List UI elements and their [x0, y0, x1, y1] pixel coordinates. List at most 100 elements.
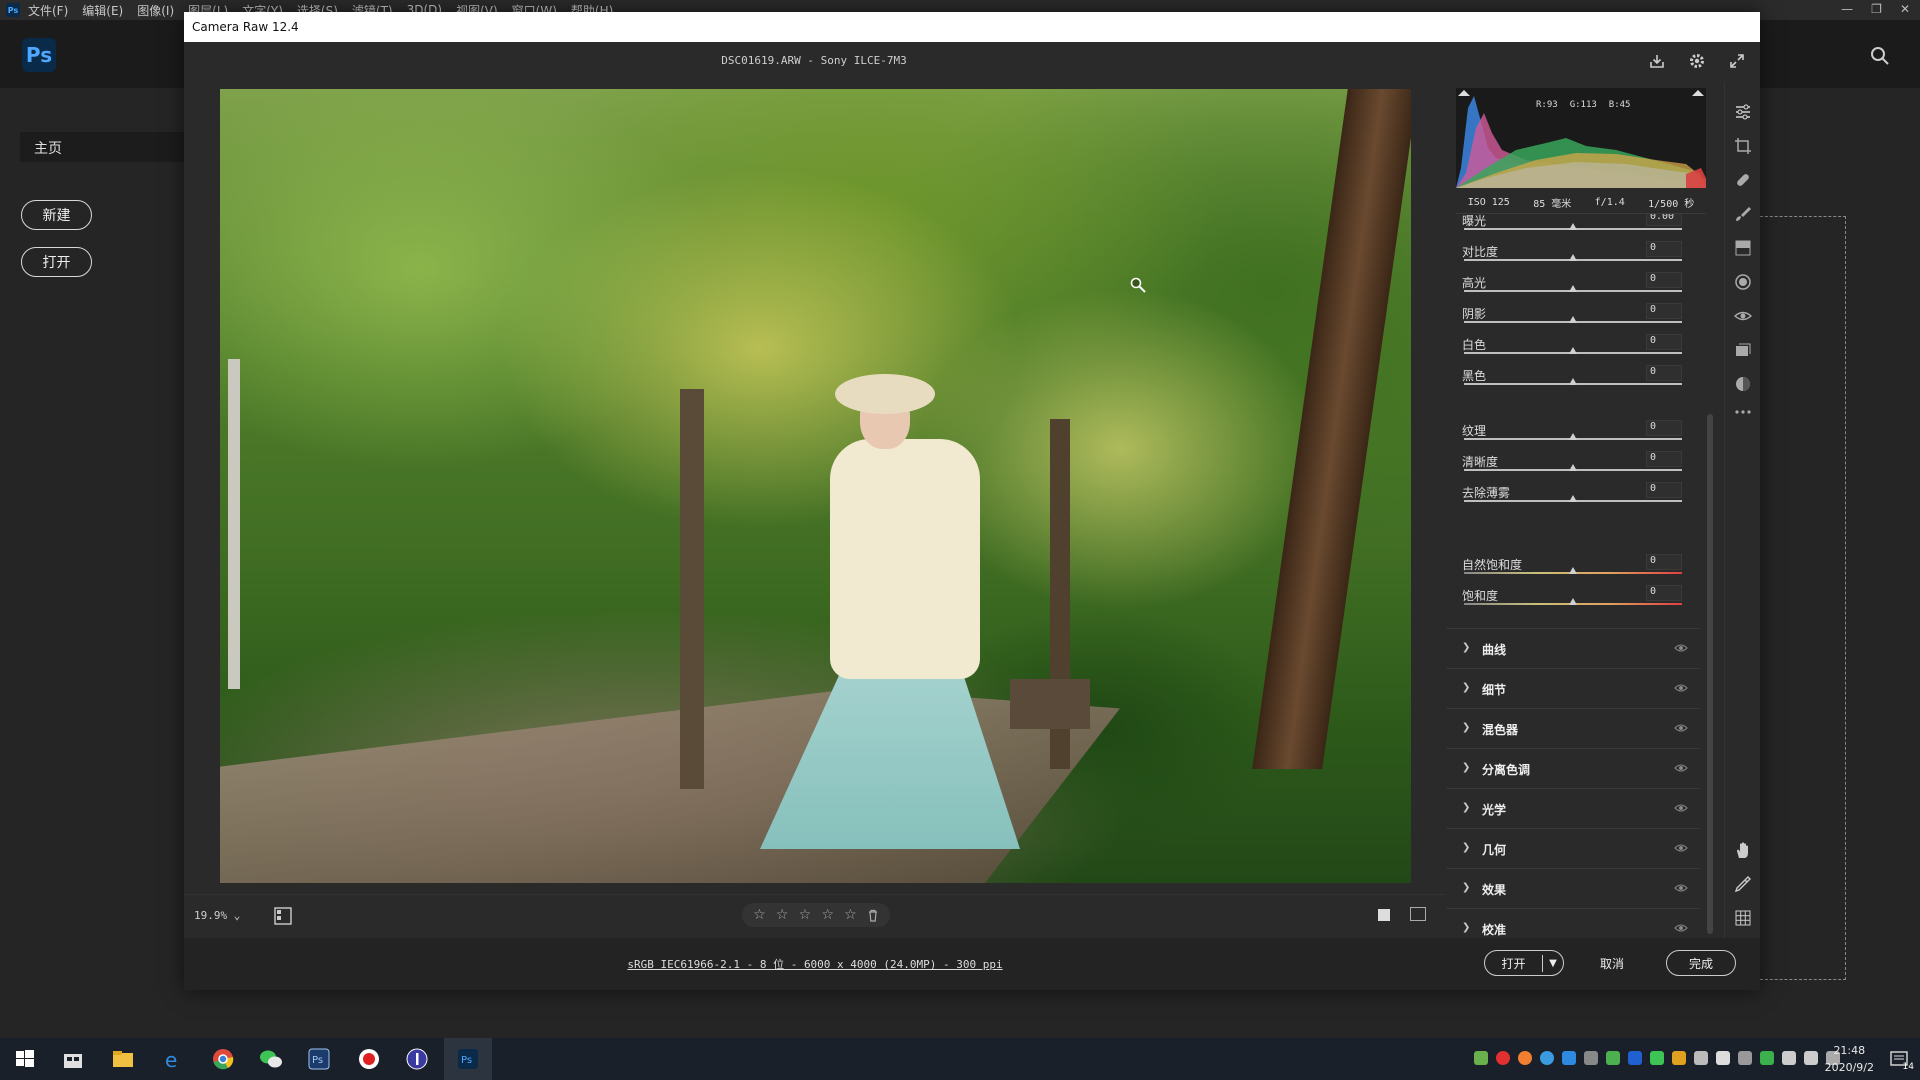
tray-qq-icon[interactable]: [1672, 1051, 1686, 1065]
panel-scrollbar[interactable]: [1706, 224, 1714, 938]
slider-highlights[interactable]: 高光 0: [1446, 272, 1700, 304]
wechat-icon[interactable]: [258, 1046, 284, 1072]
tray-nvidia-icon[interactable]: [1474, 1051, 1488, 1065]
eye-icon[interactable]: [1674, 721, 1688, 735]
section-effects[interactable]: ❯ 效果: [1446, 868, 1700, 908]
radial-filter-icon[interactable]: [1733, 272, 1753, 292]
tray-usb-icon[interactable]: [1738, 1051, 1752, 1065]
slider-thumb[interactable]: [1569, 567, 1577, 574]
open-image-label[interactable]: 打开: [1485, 954, 1543, 972]
windows-start-icon[interactable]: [12, 1046, 38, 1072]
tray-d-icon[interactable]: [1562, 1051, 1576, 1065]
fullscreen-icon[interactable]: [1728, 52, 1746, 70]
eye-icon[interactable]: [1674, 681, 1688, 695]
section-split-toning[interactable]: ❯ 分离色调: [1446, 748, 1700, 788]
grid-icon[interactable]: [1733, 908, 1753, 928]
eye-icon[interactable]: [1674, 801, 1688, 815]
open-image-button[interactable]: 打开 ▼: [1484, 950, 1564, 976]
photoshop-active-icon[interactable]: Ps: [455, 1046, 481, 1072]
slider-thumb[interactable]: [1569, 254, 1577, 261]
slider-thumb[interactable]: [1569, 464, 1577, 471]
menu-image[interactable]: 图像(I): [137, 2, 174, 19]
photo-preview[interactable]: [220, 89, 1411, 883]
trash-icon[interactable]: [867, 909, 879, 922]
section-color-mixer[interactable]: ❯ 混色器: [1446, 708, 1700, 748]
slider-contrast[interactable]: 对比度 0: [1446, 241, 1700, 273]
slider-saturation[interactable]: 饱和度 0: [1446, 585, 1700, 617]
snapshots-icon[interactable]: [1733, 340, 1753, 360]
tray-green-icon[interactable]: [1760, 1051, 1774, 1065]
section-detail[interactable]: ❯ 细节: [1446, 668, 1700, 708]
slider-thumb[interactable]: [1569, 285, 1577, 292]
menu-file[interactable]: 文件(F): [28, 2, 68, 19]
close-icon[interactable]: ✕: [1900, 2, 1910, 16]
zoom-select[interactable]: 19.9% ⌄: [194, 909, 240, 922]
slider-value-input[interactable]: 0.00: [1646, 214, 1682, 226]
slider-thumb[interactable]: [1569, 223, 1577, 230]
slider-value-input[interactable]: 0: [1646, 585, 1682, 601]
photoshop-taskbar-icon[interactable]: Ps: [306, 1046, 332, 1072]
compare-view-icon[interactable]: [1410, 907, 1426, 921]
tray-wifi-icon[interactable]: [1782, 1051, 1796, 1065]
slider-value-input[interactable]: 0: [1646, 303, 1682, 319]
eyedropper-icon[interactable]: [1733, 874, 1753, 894]
slider-value-input[interactable]: 0: [1646, 451, 1682, 467]
section-optics[interactable]: ❯ 光学: [1446, 788, 1700, 828]
clock[interactable]: 21:48 2020/9/2: [1825, 1042, 1874, 1076]
save-icon[interactable]: [1648, 52, 1666, 70]
chevron-down-icon[interactable]: ▼: [1543, 958, 1563, 969]
slider-value-input[interactable]: 0: [1646, 334, 1682, 350]
new-button[interactable]: 新建: [21, 200, 92, 230]
crop-icon[interactable]: [1733, 136, 1753, 156]
slider-thumb[interactable]: [1569, 378, 1577, 385]
eye-icon[interactable]: [1674, 641, 1688, 655]
scrollbar-thumb[interactable]: [1707, 414, 1713, 934]
star-icon[interactable]: ☆: [799, 907, 812, 923]
red-eye-icon[interactable]: [1733, 306, 1753, 326]
eye-icon[interactable]: [1674, 881, 1688, 895]
chrome-icon[interactable]: [210, 1046, 236, 1072]
slider-blacks[interactable]: 黑色 0: [1446, 365, 1700, 397]
more-icon[interactable]: [1733, 402, 1753, 422]
slider-thumb[interactable]: [1569, 433, 1577, 440]
restore-icon[interactable]: ❐: [1871, 2, 1882, 16]
tray-volume-icon[interactable]: [1804, 1051, 1818, 1065]
slider-value-input[interactable]: 0: [1646, 482, 1682, 498]
star-icon[interactable]: ☆: [776, 907, 789, 923]
slider-clarity[interactable]: 清晰度 0: [1446, 451, 1700, 483]
star-icon[interactable]: ☆: [844, 907, 857, 923]
edit-sliders-icon[interactable]: [1733, 102, 1753, 122]
slider-value-input[interactable]: 0: [1646, 241, 1682, 257]
open-file-button[interactable]: 打开: [21, 247, 92, 277]
slider-value-input[interactable]: 0: [1646, 554, 1682, 570]
slider-thumb[interactable]: [1569, 316, 1577, 323]
tray-mic-icon[interactable]: [1694, 1051, 1708, 1065]
slider-shadows[interactable]: 阴影 0: [1446, 303, 1700, 335]
gear-icon[interactable]: [1688, 52, 1706, 70]
home-tab[interactable]: 主页: [20, 132, 185, 162]
presets-icon[interactable]: [1733, 374, 1753, 394]
spot-removal-icon[interactable]: [1733, 170, 1753, 190]
notification-center-icon[interactable]: 14: [1888, 1048, 1914, 1072]
slider-thumb[interactable]: [1569, 495, 1577, 502]
eye-icon[interactable]: [1674, 921, 1688, 935]
workflow-options-link[interactable]: sRGB IEC61966-2.1 - 8 位 - 6000 x 4000 (2…: [184, 956, 1446, 972]
hand-icon[interactable]: [1733, 840, 1753, 860]
star-rating[interactable]: ☆ ☆ ☆ ☆ ☆: [742, 903, 890, 927]
slider-value-input[interactable]: 0: [1646, 420, 1682, 436]
single-view-icon[interactable]: [1378, 909, 1390, 921]
slider-thumb[interactable]: [1569, 347, 1577, 354]
slider-value-input[interactable]: 0: [1646, 272, 1682, 288]
store-icon[interactable]: [60, 1046, 86, 1072]
recorder-icon[interactable]: [356, 1046, 382, 1072]
star-icon[interactable]: ☆: [821, 907, 834, 923]
star-icon[interactable]: ☆: [753, 907, 766, 923]
menu-edit[interactable]: 编辑(E): [82, 2, 123, 19]
tray-wechat-icon[interactable]: [1650, 1051, 1664, 1065]
slider-whites[interactable]: 白色 0: [1446, 334, 1700, 366]
graduated-filter-icon[interactable]: [1733, 238, 1753, 258]
search-icon[interactable]: [1870, 46, 1890, 66]
file-explorer-icon[interactable]: [110, 1046, 136, 1072]
tray-bluetooth-icon[interactable]: [1628, 1051, 1642, 1065]
brush-icon[interactable]: [1733, 204, 1753, 224]
